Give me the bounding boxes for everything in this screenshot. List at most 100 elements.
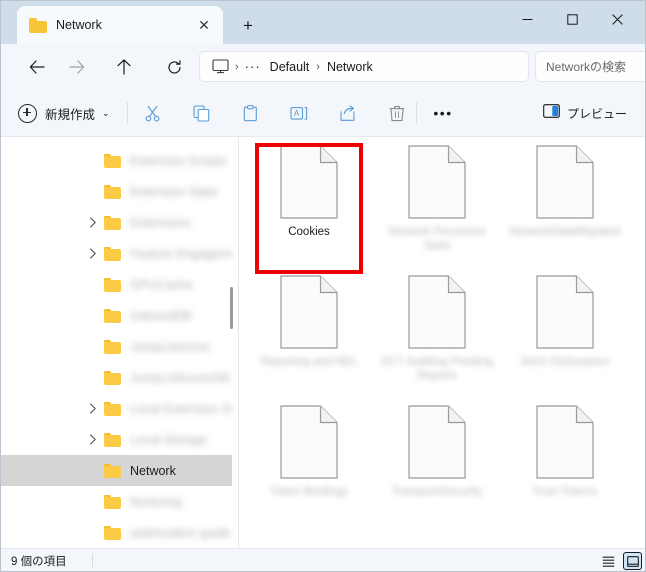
toolbar-divider [416,102,417,124]
chevron-spacer [82,486,104,517]
folder-icon [104,215,121,230]
folder-icon [104,339,121,354]
list-view-icon[interactable] [599,552,618,570]
chevron-spacer [82,145,104,176]
sidebar-item-extensions[interactable]: Extensions [0,207,232,238]
folder-icon [104,308,121,323]
sidebar-item-label: GPUCache [130,277,194,292]
breadcrumb-overflow-button[interactable]: ··· [241,59,265,74]
file-item[interactable]: Trust Tokens [501,405,629,499]
file-item[interactable]: NetworkDataMigrated [501,145,629,239]
item-count-label: 9 個の項目 [11,556,67,568]
window-controls [505,3,640,35]
sidebar-item-feature-engagement-tracker[interactable]: Feature Engagement Tracker [0,238,232,269]
navigation-pane[interactable]: Extension Scripts Extension State Extensio… [0,137,238,548]
folder-icon [104,494,121,509]
see-more-button[interactable]: ••• [427,99,459,127]
sidebar-item-label: Local Storage [130,432,208,447]
chevron-spacer [82,455,104,486]
preview-button[interactable]: プレビュー [536,99,634,127]
copy-icon[interactable] [186,99,216,127]
folder-icon [104,525,121,540]
sidebar-item-label: IndexedDB [130,308,192,323]
folder-icon [104,246,121,261]
details-view-icon[interactable] [623,552,642,570]
sidebar-item-jumplisticonsold[interactable]: JumpListIconsOld [0,362,232,393]
svg-text:A: A [294,109,300,118]
chevron-right-icon[interactable] [82,393,104,424]
file-item[interactable]: Reporting and NEL [245,275,373,369]
sidebar-item-local-extension-settings[interactable]: Local Extension Settings [0,393,232,424]
file-name-label: NetworkDataMigrated [509,226,621,238]
sidebar-item-local-storage[interactable]: Local Storage [0,424,232,455]
file-name-label: Trust Tokens [532,486,598,498]
new-button[interactable]: 新規作成 ⌄ [10,98,118,128]
generic-file-icon [408,405,466,479]
monitor-icon[interactable] [208,59,233,74]
generic-file-icon [280,405,338,479]
folder-icon [104,401,121,416]
tab-network[interactable]: Network ✕ [17,6,223,44]
sidebar-item-gpucache[interactable]: GPUCache [0,269,232,300]
file-item[interactable]: Sdch Dictionaries [501,275,629,369]
sidebar-item-nurturing[interactable]: Nurturing [0,486,232,517]
generic-file-icon [408,275,466,349]
sidebar-item-extension-scripts[interactable]: Extension Scripts [0,145,232,176]
file-item[interactable]: SCT Auditing Pending Reports [373,275,501,383]
sidebar-item-network[interactable]: Network [0,455,232,486]
chevron-right-icon[interactable] [82,207,104,238]
title-bar: Network ✕ + [0,0,646,44]
delete-icon[interactable] [382,99,412,127]
breadcrumb-separator: › [316,60,320,73]
folder-icon [104,153,121,168]
file-item[interactable]: TransportSecurity [373,405,501,499]
paste-icon[interactable] [235,99,265,127]
breadcrumb-item-default[interactable]: Default [265,58,315,76]
folder-icon [29,17,47,33]
maximize-button[interactable] [550,3,595,35]
folder-icon [104,277,121,292]
search-input[interactable]: Networkの検索 [546,58,626,75]
file-list-pane[interactable]: Cookies Network Persistent State NetworkDa… [239,137,646,548]
breadcrumb-item-network[interactable]: Network [322,58,378,76]
sidebar-item-indexeddb[interactable]: IndexedDB [0,300,232,331]
sidebar-item-optimization-guide[interactable]: optimization guide [0,517,232,548]
sidebar-item-label: Extension State [130,184,218,199]
address-bar[interactable]: › ··· Default › Network [199,51,529,82]
status-bar: 9 個の項目 [0,548,646,572]
refresh-icon[interactable] [159,52,189,82]
breadcrumb-separator: › [235,60,239,73]
file-item[interactable]: Network Persistent State [373,145,501,253]
back-arrow-icon[interactable] [22,52,52,82]
sidebar-item-label: Extensions [130,215,192,230]
sidebar-item-jumplisticons[interactable]: JumpListIcons [0,331,232,362]
generic-file-icon [536,405,594,479]
file-item[interactable]: Token Bindings [245,405,373,499]
folder-icon [104,370,121,385]
chevron-right-icon[interactable] [82,424,104,455]
navigation-bar: › ··· Default › Network Networkの検索 [0,44,646,89]
forward-arrow-icon[interactable] [62,52,92,82]
sidebar-item-label: JumpListIconsOld [130,370,230,385]
plus-icon [18,103,37,123]
sidebar-item-extension-state[interactable]: Extension State [0,176,232,207]
up-arrow-icon[interactable] [109,52,139,82]
folder-icon [104,184,121,199]
file-name-label: SCT Auditing Pending Reports [380,356,494,382]
minimize-button[interactable] [505,3,550,35]
close-tab-icon[interactable]: ✕ [191,12,217,38]
share-icon[interactable] [333,99,363,127]
new-tab-button[interactable]: + [234,12,262,38]
content-area: Extension Scripts Extension State Extensio… [0,137,646,548]
search-box[interactable]: Networkの検索 [535,51,646,82]
generic-file-icon [280,145,338,219]
folder-icon [104,463,121,478]
rename-icon[interactable]: A [284,99,314,127]
chevron-right-icon[interactable] [82,238,104,269]
file-name-label: TransportSecurity [391,486,483,498]
file-item[interactable]: Cookies [245,145,373,239]
cut-icon[interactable] [137,99,167,127]
sidebar-scrollbar-thumb[interactable] [230,287,233,329]
close-button[interactable] [595,3,640,35]
new-button-label: 新規作成 [45,107,96,122]
